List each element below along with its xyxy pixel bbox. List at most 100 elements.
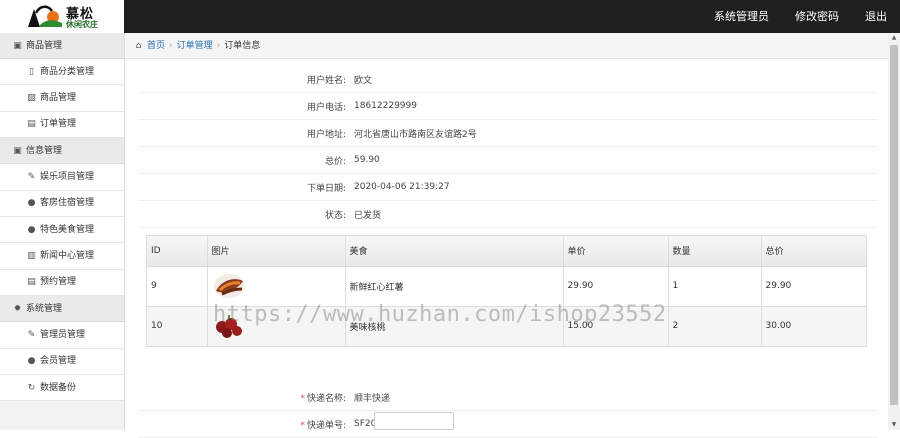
courier-label-text: 快递名称: [306, 393, 346, 404]
sidebar-group-goods[interactable]: ▣ 商品管理 [0, 33, 124, 59]
top-nav: 系统管理员 修改密码 退出 [701, 0, 900, 33]
scroll-up-icon[interactable]: ▲ [888, 33, 900, 43]
sidebar-item-label: 管理员管理 [40, 329, 86, 340]
total-label: 总价: [324, 156, 346, 167]
main-content: ⌂ 首页 › 订单管理 › 订单信息 用户姓名: 欧文 用户电话: 18612229999 用… [126, 33, 888, 438]
sidebar-item-label: 娱乐项目管理 [40, 171, 95, 182]
sidebar-group-info[interactable]: ▣ 信息管理 [0, 138, 124, 165]
sidebar-item-label: 预约管理 [40, 277, 77, 288]
row-status: 状态: 已发货 [138, 201, 878, 228]
table-row: 9 新鲜红心红薯 29.90 1 29.90 [147, 265, 866, 306]
logout-link[interactable]: 退出 [852, 0, 900, 33]
breadcrumb: ⌂ 首页 › 订单管理 › 订单信息 [126, 33, 888, 59]
breadcrumb-separator-icon: › [169, 41, 173, 51]
order-date-label: 下单日期: [306, 183, 346, 194]
trash-icon: ▥ [27, 251, 36, 262]
sidebar-group-system[interactable]: ✹ 系统管理 [0, 296, 124, 323]
file-icon: ▯ [29, 66, 34, 77]
user-name-label: 用户姓名: [306, 75, 346, 86]
col-food-header: 美食 [345, 236, 564, 266]
sidebar-group-label: 系统管理 [26, 303, 63, 314]
wrench-icon: ✎ [27, 171, 36, 182]
row-tracking: *快递单号:SF20200406199 [138, 411, 878, 438]
cell-total: 30.00 [761, 305, 866, 346]
sidebar-item-entertainment[interactable]: ✎ 娱乐项目管理 [0, 164, 124, 191]
user-address-value: 河北省唐山市路南区友谊路2号 [354, 129, 477, 140]
sidebar-item-label: 特色美食管理 [40, 224, 95, 235]
sidebar-item-label: 商品分类管理 [40, 66, 95, 77]
breadcrumb-current: 订单信息 [224, 41, 261, 51]
gear-icon: ✹ [13, 303, 22, 314]
row-order-date: 下单日期: 2020-04-06 21:39:27 [138, 174, 878, 201]
home-icon: ⌂ [135, 41, 142, 51]
required-mark: * [300, 420, 305, 431]
sidebar-item-label: 订单管理 [40, 119, 77, 130]
sidebar: ▣ 商品管理 ▯ 商品分类管理 ▨ 商品管理 ▤ 订单管理 ▣ 信息管理 ✎ 娱乐项目管理 … [0, 33, 125, 430]
watermark: https://www.huzhan.com/ishop23552 [213, 302, 667, 327]
image-icon: ▨ [27, 93, 36, 104]
cell-qty: 1 [668, 265, 762, 306]
cell-food-name: 新鲜红心红薯 [345, 265, 564, 306]
sidebar-item-goods-category[interactable]: ▯ 商品分类管理 [0, 59, 124, 86]
scrollbar-thumb[interactable] [890, 45, 898, 405]
partial-input-field[interactable] [374, 412, 454, 430]
change-password-link[interactable]: 修改密码 [782, 0, 852, 33]
cell-id: 9 [147, 265, 208, 306]
user-name-value: 欧文 [354, 75, 373, 86]
scroll-down-icon[interactable]: ▼ [888, 420, 900, 430]
tracking-label: * 快递单号: [138, 418, 354, 431]
sidebar-item-label: 新闻中心管理 [40, 251, 95, 262]
courier-value: 顺丰快递 [354, 393, 391, 404]
list-icon: ▤ [27, 119, 36, 130]
tracking-label-text: 快递单号: [306, 420, 346, 431]
status-label: 状态: [324, 210, 346, 221]
row-courier: * 快递名称: 顺丰快递 [138, 384, 878, 411]
cell-id: 10 [147, 305, 208, 346]
breadcrumb-separator-icon: › [216, 41, 221, 51]
user-address-label: 用户地址: [306, 129, 346, 140]
row-user-address: 用户地址: 河北省唐山市路南区友谊路2号 [138, 120, 878, 147]
courier-label: * 快递名称: [138, 391, 354, 404]
sidebar-item-label: 客房住宿管理 [40, 198, 95, 209]
list-icon: ▤ [27, 277, 36, 288]
cell-price: 29.90 [563, 265, 669, 306]
comment-icon: ● [27, 356, 36, 367]
order-items-table: ID 图片 美食 单价 数量 总价 9 新鲜红心红薯 29.90 1 29.90… [146, 235, 867, 347]
admin-user-link[interactable]: 系统管理员 [701, 0, 782, 33]
farm-logo-icon [28, 5, 62, 27]
row-user-name: 用户姓名: 欧文 [138, 66, 878, 93]
required-mark: * [300, 393, 305, 404]
sidebar-item-label: 商品管理 [40, 93, 77, 104]
user-phone-label: 用户电话: [306, 102, 346, 113]
row-user-phone: 用户电话: 18612229999 [138, 93, 878, 120]
col-price-header: 单价 [563, 236, 669, 266]
breadcrumb-orders[interactable]: 订单管理 [177, 41, 213, 51]
vertical-scrollbar[interactable]: ▲ ▼ [888, 33, 900, 430]
row-total: 总价: 59.90 [138, 147, 878, 174]
sidebar-item-backup[interactable]: ↻ 数据备份 [0, 374, 124, 402]
col-total-header: 总价 [761, 236, 866, 266]
sidebar-item-food[interactable]: ● 特色美食管理 [0, 216, 124, 244]
sidebar-item-news[interactable]: ▥ 新闻中心管理 [0, 243, 124, 270]
sidebar-item-label: 会员管理 [40, 356, 77, 367]
total-value: 59.90 [354, 155, 380, 165]
sidebar-item-goods[interactable]: ▨ 商品管理 [0, 85, 124, 112]
sidebar-item-orders[interactable]: ▤ 订单管理 [0, 111, 124, 139]
order-info-form: 用户姓名: 欧文 用户电话: 18612229999 用户地址: 河北省唐山市路南区友… [138, 66, 878, 228]
sidebar-group-label: 信息管理 [26, 145, 63, 156]
comment-icon: ● [27, 224, 36, 235]
logo[interactable]: 慕松 休闲农庄 [0, 0, 124, 33]
top-bar: 慕松 休闲农庄 系统管理员 修改密码 退出 [0, 0, 900, 33]
sidebar-item-members[interactable]: ● 会员管理 [0, 348, 124, 375]
cell-image [207, 265, 346, 306]
sidebar-item-booking[interactable]: ▤ 预约管理 [0, 269, 124, 297]
box-icon: ▣ [13, 40, 22, 51]
sidebar-item-rooms[interactable]: ● 客房住宿管理 [0, 190, 124, 217]
logo-subtitle: 休闲农庄 [66, 19, 98, 29]
sidebar-item-admins[interactable]: ✎ 管理员管理 [0, 322, 124, 349]
col-image-header: 图片 [207, 236, 346, 266]
comment-icon: ● [27, 198, 36, 209]
sidebar-group-label: 商品管理 [26, 40, 63, 51]
breadcrumb-home[interactable]: 首页 [147, 41, 165, 51]
sidebar-item-label: 数据备份 [40, 382, 77, 393]
